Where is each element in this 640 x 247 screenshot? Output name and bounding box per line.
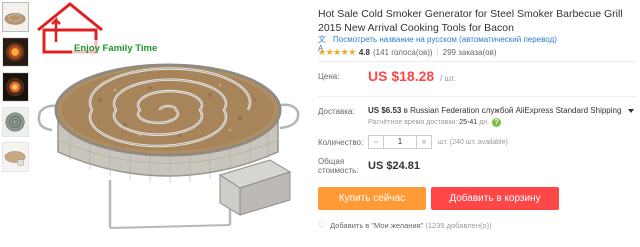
total-price: US $24.81 xyxy=(368,160,420,172)
add-to-cart-button[interactable]: Добавить в корзину xyxy=(431,187,559,210)
wishlist-count: (1235 добавлен(о)) xyxy=(425,221,492,230)
delivery-estimate: Расчётное время доставки: 25-41 дн. ? xyxy=(368,118,502,127)
chevron-down-icon[interactable] xyxy=(627,108,634,113)
price-label: Цена: xyxy=(318,72,340,81)
add-to-wishlist[interactable]: ♡ Добавить в "Мои желания" (1235 добавле… xyxy=(318,220,492,231)
shipping-label: Доставка: xyxy=(318,107,355,116)
thumbnail-image xyxy=(3,143,28,171)
delivery-estimate-days: 25-41 xyxy=(459,119,478,126)
thumbnail-3[interactable] xyxy=(2,72,29,102)
rating-row: ★★★★★ 4.8 (141 голоса(ов)) | 299 заказа(… xyxy=(318,47,497,58)
quantity-stepper: − 1 + шт. (240 шт. available) xyxy=(368,135,508,149)
translate-icon: 文A xyxy=(318,35,326,53)
thumbnail-strip xyxy=(2,2,29,177)
price-value: US $18.28 / шт. xyxy=(368,68,456,84)
delivery-estimate-unit: дн. xyxy=(479,119,490,126)
translate-link[interactable]: 文A Посмотреть название на русском (автом… xyxy=(318,35,557,53)
quantity-decrease-button[interactable]: − xyxy=(369,136,383,148)
shipping-cost: US $6.53 xyxy=(368,106,402,115)
rating-stars[interactable]: ★★★★★ xyxy=(318,47,356,58)
price-amount: US $18.28 xyxy=(368,68,435,84)
divider xyxy=(318,96,636,97)
orders-count: 299 заказа(ов) xyxy=(442,48,497,57)
quantity-box: − 1 + xyxy=(368,135,432,149)
thumbnail-image xyxy=(3,73,28,101)
smoker-product-illustration: Enjoy Family Time xyxy=(37,2,300,229)
thumbnail-image xyxy=(3,108,28,136)
quantity-increase-button[interactable]: + xyxy=(417,136,431,148)
watermark-text: Enjoy Family Time xyxy=(74,43,157,54)
quantity-available: шт. (240 шт. available) xyxy=(438,138,508,146)
main-product-image[interactable]: Enjoy Family Time xyxy=(30,0,305,247)
thumbnail-1[interactable] xyxy=(2,2,29,32)
rating-score: 4.8 xyxy=(358,48,370,57)
buy-now-button[interactable]: Купить сейчас xyxy=(318,187,426,210)
product-title: Hot Sale Cold Smoker Generator for Steel… xyxy=(318,8,623,34)
total-label-line1: Общая xyxy=(318,157,345,166)
wishlist-label[interactable]: Добавить в "Мои желания" xyxy=(330,221,423,230)
thumbnail-4[interactable] xyxy=(2,107,29,137)
help-icon[interactable]: ? xyxy=(492,118,502,127)
translate-link-text[interactable]: Посмотреть название на русском (автомати… xyxy=(333,35,557,44)
total-label-line2: стоимость: xyxy=(318,166,359,175)
heart-icon: ♡ xyxy=(318,220,327,230)
total-label: Общая стоимость: xyxy=(318,157,359,175)
quantity-label: Количество: xyxy=(318,138,364,147)
shipping-selector[interactable]: US $6.53 в Russian Federation службой Al… xyxy=(368,106,634,115)
delivery-estimate-label: Расчётное время доставки: xyxy=(368,119,458,126)
divider xyxy=(318,61,636,62)
shipping-destination[interactable]: в Russian Federation службой AliExpress … xyxy=(404,106,622,115)
thumbnail-image xyxy=(3,3,28,31)
thumbnail-image xyxy=(3,38,28,66)
quantity-input[interactable]: 1 xyxy=(383,136,417,148)
rating-separator: | xyxy=(436,48,439,57)
watermark-logo: Enjoy Family Time xyxy=(37,2,157,54)
thumbnail-2[interactable] xyxy=(2,37,29,67)
rating-votes[interactable]: (141 голоса(ов)) xyxy=(373,48,433,57)
thumbnail-5[interactable] xyxy=(2,142,29,172)
price-unit: / шт. xyxy=(440,74,456,83)
